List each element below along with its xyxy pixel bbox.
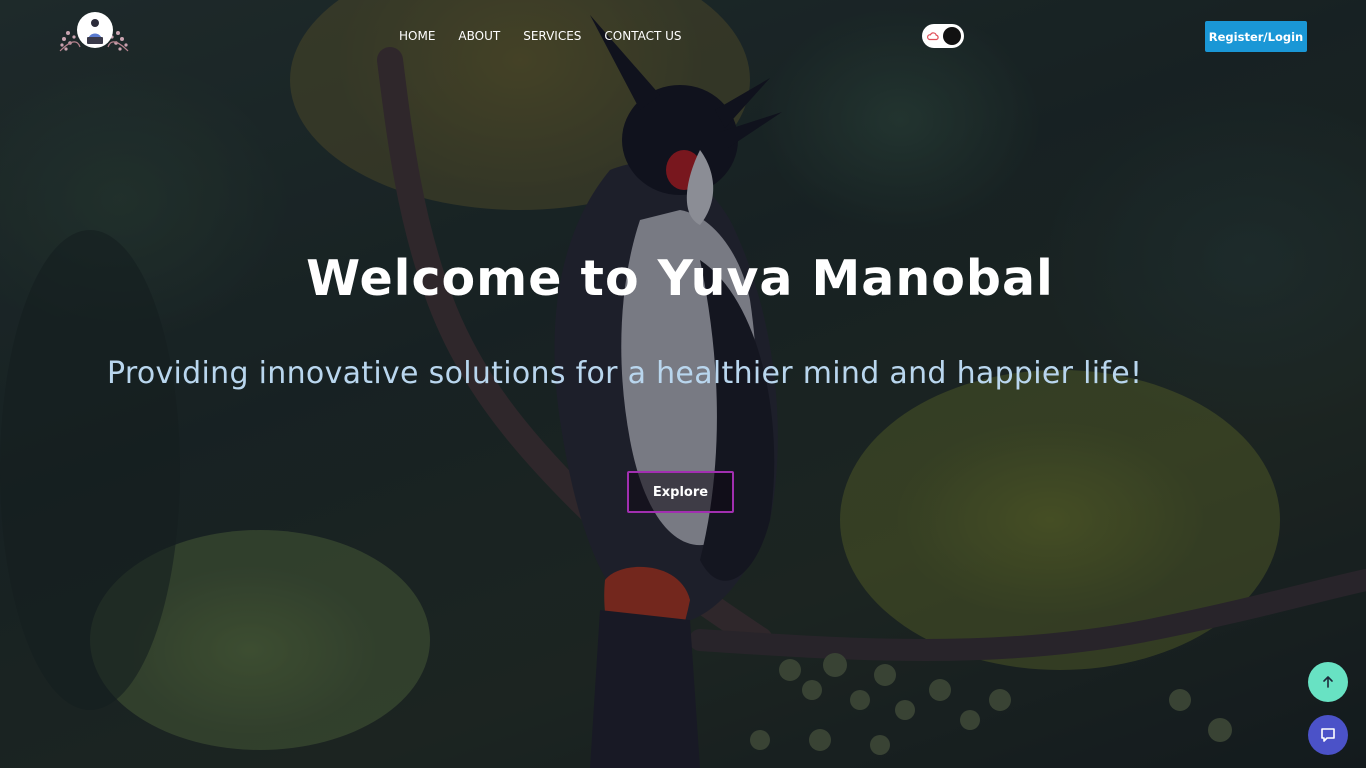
scroll-to-top-button[interactable] [1308,662,1348,702]
main-nav: HOME ABOUT SERVICES CONTACT US [399,28,705,44]
chat-button[interactable] [1308,715,1348,755]
top-navbar: HOME ABOUT SERVICES CONTACT US Register/… [0,0,1366,72]
hero-title-text: Welcome to Yuva Manobal [306,250,1054,307]
theme-toggle[interactable] [922,24,964,48]
hero-title: Welcome to Yuva Manobal [0,250,1366,307]
person-with-laptop-logo-icon [59,12,129,52]
hero-section: HOME ABOUT SERVICES CONTACT US Register/… [0,0,1366,768]
site-logo[interactable] [58,11,130,53]
hero-subtitle: Providing innovative solutions for a hea… [107,356,1143,391]
explore-button[interactable]: Explore [627,471,734,513]
nav-home-link[interactable]: HOME [399,28,435,44]
nav-services-link[interactable]: SERVICES [523,28,581,44]
chat-bubble-icon [1321,728,1335,742]
toggle-knob [943,27,961,45]
cloud-icon [927,32,939,41]
arrow-up-icon [1323,676,1333,688]
register-login-button[interactable]: Register/Login [1205,21,1307,52]
nav-contact-link[interactable]: CONTACT US [604,28,681,44]
nav-about-link[interactable]: ABOUT [458,28,500,44]
